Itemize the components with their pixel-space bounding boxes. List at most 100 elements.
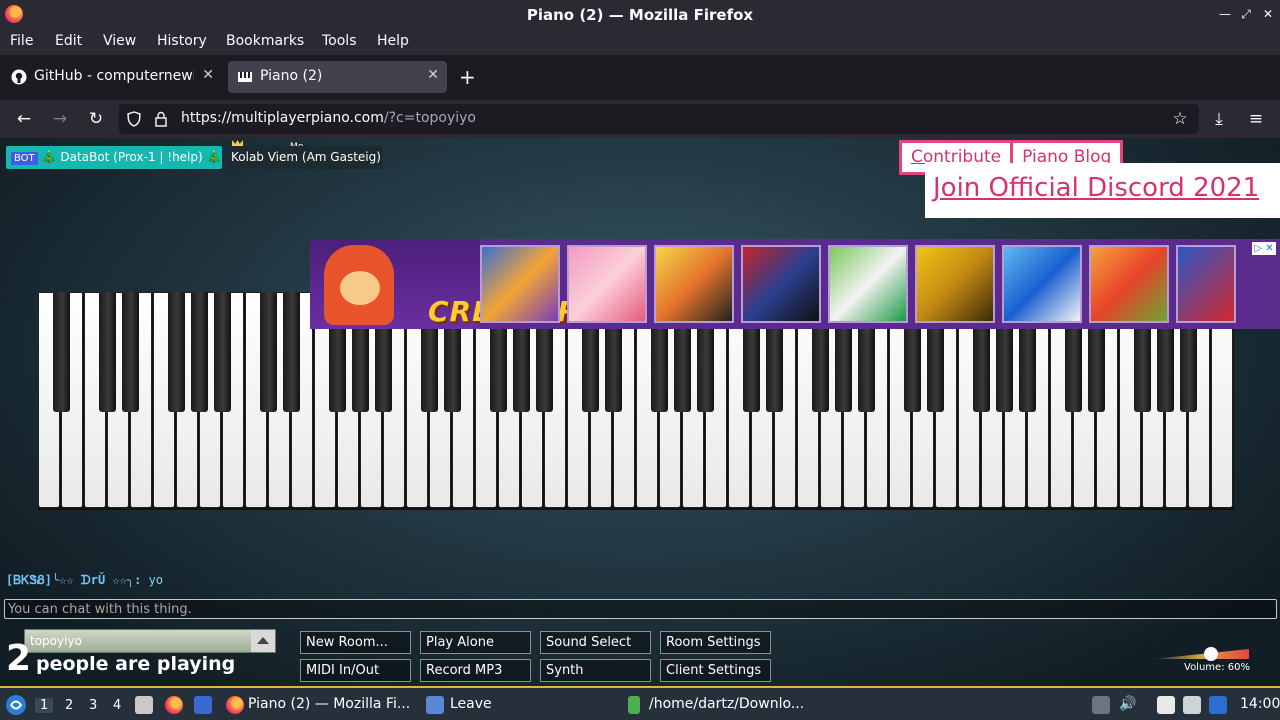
room-name: topoyiyo xyxy=(30,634,82,648)
bot-badge: BOT xyxy=(11,152,38,165)
url-bar[interactable]: https://multiplayerpiano.com/?c=topoyiyo xyxy=(119,104,1199,134)
clock: 14:00 xyxy=(1240,696,1280,712)
taskbar: 1 2 3 4 Piano (2) — Mozilla Fi... Leave … xyxy=(0,686,1280,720)
url-text[interactable]: https://multiplayerpiano.com/?c=topoyiyo xyxy=(181,110,476,126)
tab-piano[interactable]: Piano (2) ✕ xyxy=(228,61,447,93)
forward-arrow-icon[interactable]: → xyxy=(48,108,72,130)
shield-icon[interactable] xyxy=(127,111,141,127)
ad-game-tile[interactable] xyxy=(741,245,821,323)
firefox-launcher-icon[interactable] xyxy=(165,696,183,714)
chat-text: yo xyxy=(148,573,164,587)
ad-game-tile[interactable] xyxy=(1176,245,1236,323)
close-tab-icon[interactable]: ✕ xyxy=(202,67,214,83)
volume-slider[interactable] xyxy=(1153,649,1249,659)
task-firefox[interactable]: Piano (2) — Mozilla Fi... xyxy=(248,696,410,712)
ad-game-tile[interactable] xyxy=(654,245,734,323)
ad-game-tile[interactable] xyxy=(1002,245,1082,323)
workspace-2[interactable]: 2 xyxy=(65,698,73,713)
ad-game-tile[interactable] xyxy=(915,245,995,323)
clipboard-icon[interactable] xyxy=(1157,696,1175,714)
page-content: BOT🎄 DataBot (Prox-1 | !help) 🎄 Me Kolab… xyxy=(0,138,1280,686)
back-arrow-icon[interactable]: ← xyxy=(12,108,36,130)
black-key[interactable] xyxy=(121,292,139,412)
new-room-button[interactable]: New Room... xyxy=(300,631,411,654)
task-terminal[interactable]: /home/dartz/Downlo... xyxy=(649,696,804,712)
url-path: /?c=topoyiyo xyxy=(383,110,476,126)
menu-history[interactable]: History xyxy=(157,33,207,49)
black-key[interactable] xyxy=(190,292,208,412)
menu-file[interactable]: File xyxy=(10,33,33,49)
reload-icon[interactable]: ↻ xyxy=(84,108,108,130)
task-leave[interactable]: Leave xyxy=(450,696,492,712)
chat-input[interactable]: You can chat with this thing. xyxy=(4,599,1277,619)
window-task-icon xyxy=(426,696,444,714)
display-icon[interactable] xyxy=(1183,696,1201,714)
chat-placeholder: You can chat with this thing. xyxy=(8,602,192,617)
menu-bookmarks[interactable]: Bookmarks xyxy=(226,33,304,49)
lock-icon[interactable] xyxy=(154,111,168,127)
menu-tools[interactable]: Tools xyxy=(322,33,357,49)
hamburger-menu-icon[interactable]: ≡ xyxy=(1244,108,1268,130)
close-tab-icon[interactable]: ✕ xyxy=(427,67,439,83)
menu-view[interactable]: View xyxy=(103,33,136,49)
discord-link[interactable]: Join Official Discord 2021 xyxy=(933,173,1259,203)
minimize-icon[interactable]: — xyxy=(1218,6,1232,22)
file-manager-icon[interactable] xyxy=(135,696,153,714)
ad-game-tile[interactable] xyxy=(480,245,560,323)
ad-brand-panel[interactable]: CREETOR xyxy=(310,239,579,329)
ad-close-icon[interactable]: ▷ ✕ xyxy=(1252,242,1276,255)
black-key[interactable] xyxy=(259,292,277,412)
chat-author: [ᏴᏦᏕᏰ]╰☆☆ ᗪrǓ ☆☆╮: xyxy=(6,573,142,587)
chat-message: [ᏴᏦᏕᏰ]╰☆☆ ᗪrǓ ☆☆╮: yo xyxy=(6,573,163,588)
workspace-3[interactable]: 3 xyxy=(89,698,97,713)
menu-edit[interactable]: Edit xyxy=(55,33,82,49)
volume-knob[interactable] xyxy=(1203,647,1218,661)
start-menu-icon[interactable] xyxy=(5,694,27,716)
navigation-toolbar: ← → ↻ https://multiplayerpiano.com/?c=to… xyxy=(0,100,1280,138)
speaker-icon[interactable]: 🔊 xyxy=(1119,696,1136,712)
black-key[interactable] xyxy=(282,292,300,412)
workspace-4[interactable]: 4 xyxy=(113,698,121,713)
black-key[interactable] xyxy=(213,292,231,412)
sound-select-button[interactable]: Sound Select xyxy=(540,631,651,654)
bookmark-star-icon[interactable]: ☆ xyxy=(1168,108,1192,130)
black-key[interactable] xyxy=(167,292,185,412)
play-alone-button[interactable]: Play Alone xyxy=(420,631,531,654)
user-tag-databot[interactable]: BOT 🎄 DataBot (Prox-1 | !help) 🎄 xyxy=(6,146,222,169)
chevron-up-icon[interactable] xyxy=(251,630,275,652)
people-label: people are playing xyxy=(36,653,236,675)
firefox-task-icon xyxy=(226,696,244,714)
client-settings-button[interactable]: Client Settings xyxy=(660,659,771,682)
room-settings-button[interactable]: Room Settings xyxy=(660,631,771,654)
room-name-select[interactable]: topoyiyo xyxy=(24,629,276,653)
black-key[interactable] xyxy=(98,292,116,412)
volume-label: Volume: 60% xyxy=(1184,662,1250,673)
tray-up-icon[interactable] xyxy=(1092,696,1110,714)
tab-github[interactable]: GitHub - computernewb/ ✕ xyxy=(2,61,222,93)
menu-help[interactable]: Help xyxy=(377,33,409,49)
tab-label: GitHub - computernewb/ xyxy=(34,68,194,84)
close-window-icon[interactable]: ✕ xyxy=(1261,6,1275,22)
user-tag-kolab[interactable]: Kolab Viem (Am Gasteig) xyxy=(226,146,383,169)
people-count: 2 xyxy=(6,638,32,679)
window-icon[interactable] xyxy=(194,696,212,714)
download-icon[interactable]: ⤓ xyxy=(1207,108,1231,130)
record-mp3-button[interactable]: Record MP3 xyxy=(420,659,531,682)
black-key[interactable] xyxy=(52,292,70,412)
ad-game-tile[interactable] xyxy=(567,245,647,323)
new-tab-plus-icon[interactable]: + xyxy=(459,65,476,89)
ad-game-tile[interactable] xyxy=(828,245,908,323)
user-name: 🎄 DataBot (Prox-1 | !help) 🎄 xyxy=(41,150,222,164)
ad-game-tile[interactable] xyxy=(1089,245,1169,323)
window-titlebar: Piano (2) — Mozilla Firefox — ⤢ ✕ xyxy=(0,0,1280,29)
maximize-icon[interactable]: ⤢ xyxy=(1239,6,1253,22)
midi-in-out-button[interactable]: MIDI In/Out xyxy=(300,659,411,682)
synth-button[interactable]: Synth xyxy=(540,659,651,682)
url-host: https://multiplayerpiano.com xyxy=(181,110,384,126)
workspace-1[interactable]: 1 xyxy=(35,698,54,713)
network-icon[interactable] xyxy=(1209,696,1227,714)
window-title: Piano (2) — Mozilla Firefox xyxy=(526,6,754,24)
ad-mascot-image xyxy=(324,245,394,325)
ad-banner[interactable]: CREETOR ▷ ✕ xyxy=(310,239,1280,329)
menu-bar: File Edit View History Bookmarks Tools H… xyxy=(0,29,1280,55)
